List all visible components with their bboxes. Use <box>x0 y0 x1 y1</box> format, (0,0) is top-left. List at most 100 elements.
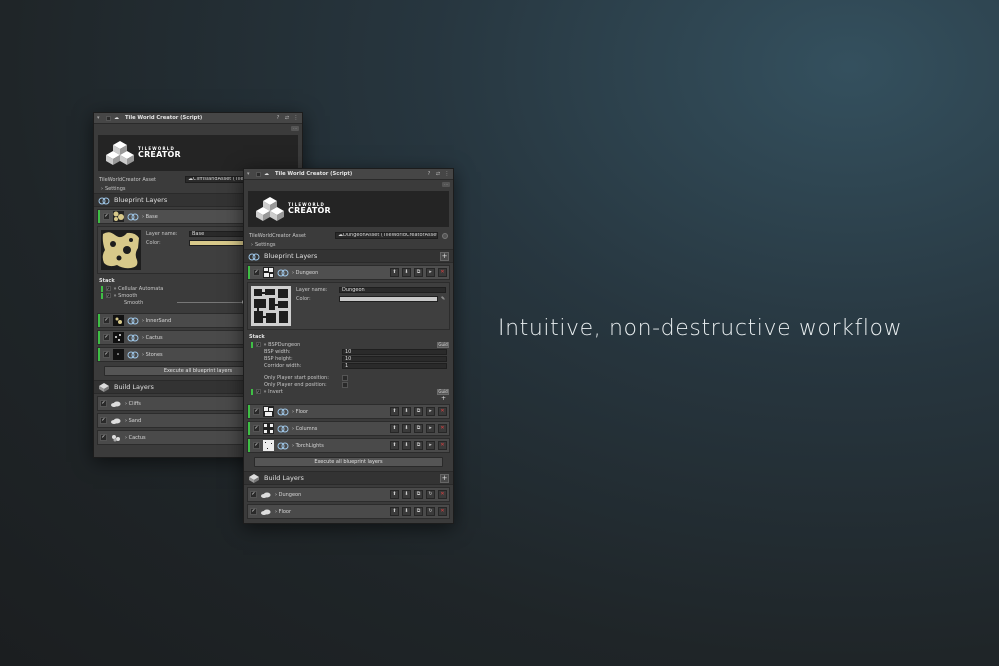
stack-item-bsp[interactable]: ✓ » BSPDungeon Guid <box>244 341 453 348</box>
move-down-button[interactable]: ⬇ <box>402 490 411 499</box>
delete-button[interactable]: ✕ <box>438 407 447 416</box>
layer-row-torchlights[interactable]: ✓ › TorchLights ⬆ ⬇ ⧉ ▸ ✕ <box>247 438 450 453</box>
enable-checkbox[interactable] <box>106 115 111 121</box>
layer-enabled-checkbox[interactable]: ✓ <box>250 508 257 515</box>
move-down-button[interactable]: ⬇ <box>402 268 411 277</box>
execute-button[interactable]: ▸ <box>426 441 435 450</box>
layer-name-input[interactable]: Dungeon <box>339 286 446 293</box>
guid-tag[interactable]: Guid <box>437 341 449 348</box>
stack-item-checkbox[interactable]: ✓ <box>105 293 111 298</box>
collapse-chevron-icon[interactable]: ▾ <box>247 171 253 177</box>
build-row-floor[interactable]: ✓ › Floor ⬆ ⬇ ⧉ ↻ ✕ <box>247 504 450 519</box>
delete-button[interactable]: ✕ <box>438 507 447 516</box>
eyedropper-icon[interactable]: ✎ <box>441 296 446 302</box>
foldout-arrow-icon: › <box>251 241 253 248</box>
layer-enabled-checkbox[interactable]: ✓ <box>103 351 110 358</box>
inspector-titlebar[interactable]: ▾ ☁ Tile World Creator (Script) ? ⇄ ⋮ <box>94 113 302 124</box>
layer-row-columns[interactable]: ✓ › Columns ⬆ ⬇ ⧉ ▸ ✕ <box>247 421 450 436</box>
refresh-button[interactable]: ↻ <box>426 507 435 516</box>
move-up-button[interactable]: ⬆ <box>390 441 399 450</box>
delete-button[interactable]: ✕ <box>438 490 447 499</box>
corridor-width-input[interactable]: 1 <box>342 362 447 369</box>
duplicate-button[interactable]: ⧉ <box>414 441 423 450</box>
delete-button[interactable]: ✕ <box>438 268 447 277</box>
script-cloud-icon: ☁ <box>114 114 119 121</box>
blueprint-layer-icon <box>277 269 289 276</box>
duplicate-button[interactable]: ⧉ <box>414 268 423 277</box>
layer-name: › Floor <box>275 508 292 515</box>
layer-thumbnail <box>263 423 274 434</box>
settings-foldout[interactable]: › Settings <box>244 240 453 249</box>
duplicate-button[interactable]: ⧉ <box>414 507 423 516</box>
execute-all-button[interactable]: Execute all blueprint layers <box>254 457 443 467</box>
build-row-dungeon[interactable]: ✓ › Dungeon ⬆ ⬇ ⧉ ↻ ✕ <box>247 487 450 502</box>
preset-icon[interactable]: ⇄ <box>435 171 441 177</box>
layer-enabled-checkbox[interactable]: ✓ <box>103 317 110 324</box>
move-down-button[interactable]: ⬇ <box>402 507 411 516</box>
more-options-icon[interactable]: ⋮ <box>444 171 450 177</box>
overflow-menu-icon[interactable]: ⋯ <box>442 182 450 187</box>
cloud-layer-icon <box>261 492 271 498</box>
duplicate-button[interactable]: ⧉ <box>414 424 423 433</box>
more-options-icon[interactable]: ⋮ <box>293 115 299 121</box>
layer-enabled-checkbox[interactable]: ✓ <box>103 213 110 220</box>
execute-button[interactable]: ▸ <box>426 424 435 433</box>
refresh-button[interactable]: ↻ <box>426 490 435 499</box>
layer-enabled-checkbox[interactable]: ✓ <box>253 425 260 432</box>
delete-button[interactable]: ✕ <box>438 424 447 433</box>
add-modifier-button[interactable]: + <box>244 395 453 402</box>
object-picker-icon[interactable] <box>442 232 448 239</box>
layer-enabled-checkbox[interactable]: ✓ <box>100 417 107 424</box>
stack-item-checkbox[interactable]: ✓ <box>255 389 261 394</box>
help-icon[interactable]: ? <box>426 171 432 177</box>
layer-enabled-checkbox[interactable]: ✓ <box>250 491 257 498</box>
layer-enabled-checkbox[interactable]: ✓ <box>253 269 260 276</box>
blueprint-layers-header: Blueprint Layers + <box>244 249 453 263</box>
help-icon[interactable]: ? <box>275 115 281 121</box>
layer-color-field[interactable] <box>339 295 438 302</box>
layer-thumbnail <box>113 211 124 222</box>
asset-label: TileWorldCreator Asset <box>99 176 156 183</box>
duplicate-button[interactable]: ⧉ <box>414 490 423 499</box>
enable-checkbox[interactable] <box>256 171 261 177</box>
layer-row-floor[interactable]: ✓ › Floor ⬆ ⬇ ⧉ ▸ ✕ <box>247 404 450 419</box>
add-build-layer-button[interactable]: + <box>440 473 449 483</box>
add-blueprint-layer-button[interactable]: + <box>440 251 449 261</box>
layer-enabled-checkbox[interactable]: ✓ <box>100 400 107 407</box>
stack-item-checkbox[interactable]: ✓ <box>255 342 261 347</box>
layer-enabled-checkbox[interactable]: ✓ <box>253 408 260 415</box>
stack-item-invert[interactable]: ✓ » Invert Guid <box>244 388 453 395</box>
stack-item-checkbox[interactable]: ✓ <box>105 286 111 291</box>
inspector-titlebar[interactable]: ▾ ☁ Tile World Creator (Script) ? ⇄ ⋮ <box>244 169 453 180</box>
execute-button[interactable]: ▸ <box>426 268 435 277</box>
move-up-button[interactable]: ⬆ <box>390 407 399 416</box>
collapse-chevron-icon[interactable]: ▾ <box>97 115 103 121</box>
overflow-menu-icon[interactable]: ⋯ <box>291 126 299 131</box>
move-down-button[interactable]: ⬇ <box>402 441 411 450</box>
player-start-label: Only Player start position: <box>264 374 329 381</box>
player-end-checkbox[interactable] <box>342 381 348 388</box>
delete-button[interactable]: ✕ <box>438 441 447 450</box>
preset-icon[interactable]: ⇄ <box>284 115 290 121</box>
asset-field[interactable]: ☁DungeonAsset (TileWorldCreatorAsset) <box>335 232 438 239</box>
duplicate-button[interactable]: ⧉ <box>414 407 423 416</box>
guid-tag[interactable]: Guid <box>437 388 449 395</box>
smooth-label: Smooth <box>124 299 144 306</box>
move-up-button[interactable]: ⬆ <box>390 490 399 499</box>
layer-name: › Dungeon <box>292 269 319 276</box>
move-down-button[interactable]: ⬇ <box>402 424 411 433</box>
active-indicator <box>248 422 250 435</box>
move-up-button[interactable]: ⬆ <box>390 507 399 516</box>
layer-enabled-checkbox[interactable]: ✓ <box>103 334 110 341</box>
bsp-width-input[interactable]: 10 <box>342 348 447 355</box>
execute-button[interactable]: ▸ <box>426 407 435 416</box>
bsp-height-input[interactable]: 10 <box>342 355 447 362</box>
move-up-button[interactable]: ⬆ <box>390 268 399 277</box>
layer-enabled-checkbox[interactable]: ✓ <box>253 442 260 449</box>
layer-row-dungeon[interactable]: ✓ › Dungeon ⬆ ⬇ ⧉ ▸ ✕ <box>247 265 450 280</box>
player-start-checkbox[interactable] <box>342 374 348 381</box>
move-down-button[interactable]: ⬇ <box>402 407 411 416</box>
active-indicator <box>98 348 100 361</box>
move-up-button[interactable]: ⬆ <box>390 424 399 433</box>
layer-enabled-checkbox[interactable]: ✓ <box>100 434 107 441</box>
